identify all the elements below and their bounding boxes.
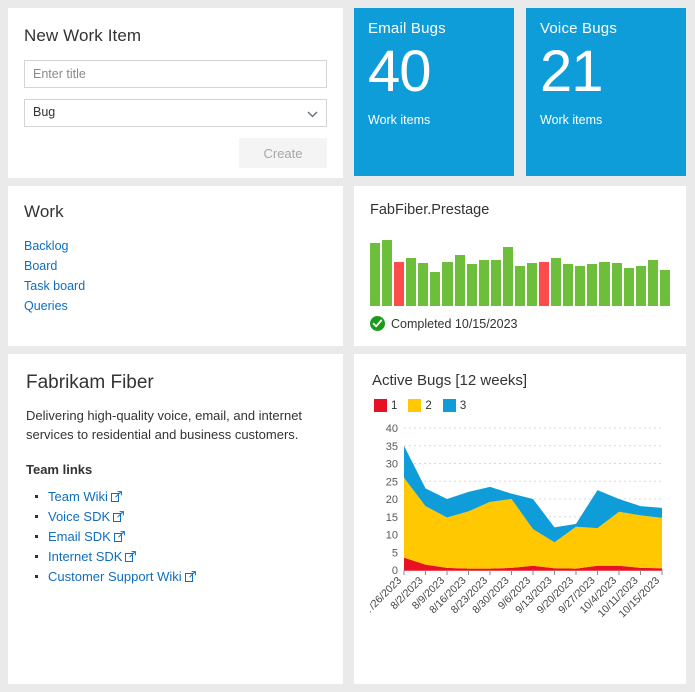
build-bar[interactable] xyxy=(623,268,634,306)
team-link[interactable]: Team Wiki xyxy=(48,489,108,504)
tile-email-bugs-subtitle: Work items xyxy=(368,113,431,127)
build-bar[interactable] xyxy=(527,263,538,306)
legend-swatch xyxy=(374,399,387,412)
build-bar[interactable] xyxy=(418,263,429,306)
tile-voice-bugs-count: 21 xyxy=(540,39,604,104)
legend-item[interactable]: 2 xyxy=(408,399,432,412)
team-links-heading: Team links xyxy=(26,462,93,477)
build-bar[interactable] xyxy=(659,270,670,306)
build-bar[interactable] xyxy=(454,254,465,306)
y-axis-tick-label: 15 xyxy=(386,512,398,524)
work-card: Work Backlog Board Task board Queries xyxy=(8,186,343,346)
legend-item[interactable]: 3 xyxy=(442,399,467,412)
dashboard: New Work Item Bug Create Email Bugs 40 W… xyxy=(0,0,695,692)
build-bar[interactable] xyxy=(587,264,598,306)
new-work-item-card: New Work Item Bug Create xyxy=(8,8,343,178)
project-title: Fabrikam Fiber xyxy=(26,372,154,393)
work-item-type-value: Bug xyxy=(33,105,56,119)
chart-legend: 1 2 3 xyxy=(374,399,672,412)
build-bar[interactable] xyxy=(394,261,405,306)
build-bar[interactable] xyxy=(442,261,453,306)
active-bugs-title: Active Bugs [12 weeks] xyxy=(372,372,528,389)
legend-label: 1 xyxy=(391,399,398,412)
build-bar[interactable] xyxy=(563,264,574,306)
team-link[interactable]: Internet SDK xyxy=(48,549,122,564)
work-item-title-input[interactable] xyxy=(24,60,327,88)
team-link[interactable]: Customer Support Wiki xyxy=(48,569,182,584)
work-links-list: Backlog Board Task board Queries xyxy=(24,236,327,316)
create-button[interactable]: Create xyxy=(239,138,327,168)
work-link-board[interactable]: Board xyxy=(24,256,57,276)
build-bar[interactable] xyxy=(551,258,562,306)
list-item: Email SDK xyxy=(35,527,325,547)
tile-voice-bugs-subtitle: Work items xyxy=(540,113,603,127)
active-bugs-svg: 05101520253035407/26/20238/2/20238/9/202… xyxy=(370,423,663,620)
list-item: Team Wiki xyxy=(35,487,325,507)
external-link-icon xyxy=(110,488,122,502)
legend-label: 3 xyxy=(459,399,467,412)
work-card-title: Work xyxy=(24,202,64,221)
team-links-list: Team Wiki Voice SDK Email SDK Internet SDK C… xyxy=(26,487,325,587)
build-bar[interactable] xyxy=(406,258,417,306)
y-axis-tick-label: 25 xyxy=(386,476,398,488)
y-axis-tick-label: 20 xyxy=(386,494,398,506)
external-link-icon xyxy=(184,568,196,582)
new-work-item-actions: Create xyxy=(24,138,327,168)
build-status: Completed 10/15/2023 xyxy=(370,316,670,331)
project-info-card: Fabrikam Fiber Delivering high-quality v… xyxy=(8,354,343,684)
legend-swatch xyxy=(442,399,456,412)
tile-email-bugs[interactable]: Email Bugs 40 Work items xyxy=(354,8,514,176)
work-link-backlog[interactable]: Backlog xyxy=(24,236,68,256)
build-bar[interactable] xyxy=(514,265,526,306)
tile-voice-bugs[interactable]: Voice Bugs 21 Work items xyxy=(526,8,686,176)
new-work-item-title: New Work Item xyxy=(24,26,142,45)
build-bar[interactable] xyxy=(647,259,658,306)
build-card: FabFiber.Prestage Completed 10/15/2023 xyxy=(354,186,686,346)
build-bar[interactable] xyxy=(539,261,550,306)
tile-voice-bugs-title: Voice Bugs xyxy=(540,20,618,37)
legend-swatch xyxy=(408,399,422,412)
list-item: Internet SDK xyxy=(35,547,325,567)
build-status-text: Completed 10/15/2023 xyxy=(391,316,518,331)
work-link-task-board[interactable]: Task board xyxy=(24,276,85,296)
work-item-type-select[interactable]: Bug xyxy=(24,99,327,127)
active-bugs-card: Active Bugs [12 weeks] 123 0 5 10 15 20 25 30 3… xyxy=(354,354,686,684)
external-link-icon xyxy=(113,508,125,522)
build-bar[interactable] xyxy=(430,271,441,306)
legend-item[interactable]: 1 xyxy=(374,399,397,412)
build-bar[interactable] xyxy=(370,242,381,306)
legend-label: 2 xyxy=(425,399,432,412)
build-bar[interactable] xyxy=(478,259,489,306)
list-item: Voice SDK xyxy=(35,507,325,527)
y-axis-tick-label: 5 xyxy=(392,547,398,559)
build-bar[interactable] xyxy=(575,265,586,306)
project-description: Delivering high-quality voice, email, an… xyxy=(26,408,303,442)
team-link[interactable]: Voice SDK xyxy=(48,509,110,524)
external-link-icon xyxy=(113,528,125,542)
build-history-chart xyxy=(370,240,670,306)
build-bar[interactable] xyxy=(611,263,622,306)
y-axis-tick-label: 10 xyxy=(386,530,398,542)
build-bar[interactable] xyxy=(466,264,477,306)
external-link-icon xyxy=(125,548,137,562)
list-item: Customer Support Wiki xyxy=(35,567,325,587)
tile-email-bugs-title: Email Bugs xyxy=(368,20,446,37)
check-circle-icon xyxy=(370,316,385,331)
tile-email-bugs-count: 40 xyxy=(368,39,432,104)
y-axis-tick-label: 40 xyxy=(386,423,398,435)
build-bar[interactable] xyxy=(599,261,610,306)
y-axis-tick-label: 30 xyxy=(386,459,398,471)
build-definition-title: FabFiber.Prestage xyxy=(370,202,490,218)
build-bar[interactable] xyxy=(382,240,393,306)
chevron-down-icon xyxy=(307,109,318,120)
build-bar[interactable] xyxy=(635,265,646,306)
y-axis-tick-label: 35 xyxy=(386,441,398,453)
build-bar[interactable] xyxy=(502,247,513,306)
active-bugs-plot: 0 5 10 15 20 25 30 35 40 7/26/2023 8/2/2023 8/9/202… xyxy=(370,418,670,653)
work-link-queries[interactable]: Queries xyxy=(24,296,68,316)
team-link[interactable]: Email SDK xyxy=(48,529,111,544)
build-bar[interactable] xyxy=(490,259,501,306)
